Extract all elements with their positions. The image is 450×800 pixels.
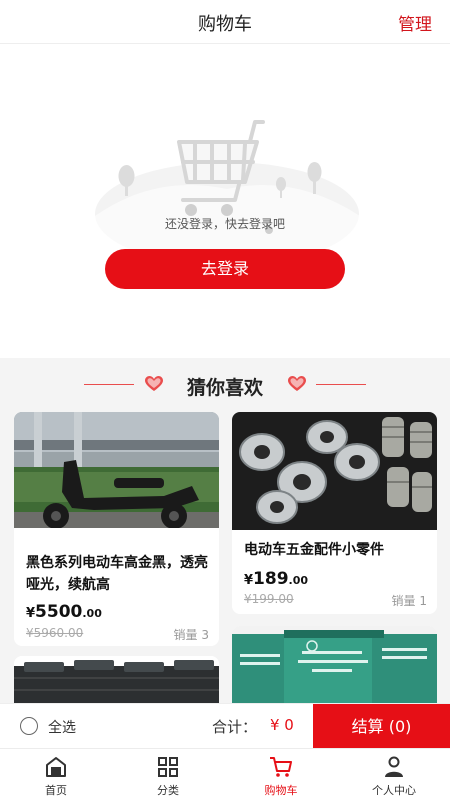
tab-category[interactable]: 分类: [112, 749, 224, 800]
price-decimal: .00: [82, 607, 102, 620]
home-icon: [46, 757, 66, 777]
page-title: 购物车: [198, 14, 252, 35]
grid-icon: [158, 757, 178, 777]
empty-cart-message: 还没登录，快去登录吧: [164, 217, 285, 231]
empty-cart-section: 还没登录，快去登录吧 去登录: [0, 44, 450, 358]
sales-count: 销量 3: [173, 628, 209, 642]
total-amount: ¥ 0: [270, 716, 294, 734]
tab-cart-label: 购物车: [264, 784, 298, 797]
product-card[interactable]: 电动车五金配件小零件 ¥189.00 ¥199.00 销量 1: [232, 412, 437, 614]
manage-button[interactable]: 管理: [398, 10, 432, 35]
top-bar: 购物车 管理: [0, 0, 450, 44]
price-integer: 5500: [35, 602, 83, 622]
product-card[interactable]: 黑色系列电动车高金黑，透亮哑光，续航高 ¥5500.00 ¥5960.00 销量…: [14, 412, 219, 646]
cart-icon: [270, 757, 292, 777]
bottom-tab-bar: 首页 分类 购物车 个人中心: [0, 748, 450, 800]
product-price: ¥189.00: [244, 569, 308, 589]
price-integer: 189: [253, 569, 289, 589]
empty-cart-illustration: [95, 120, 360, 264]
product-name: 电动车五金配件小零件: [244, 542, 384, 558]
product-price: ¥5500.00: [26, 602, 102, 622]
product-name: 黑色系列电动车高金黑，透亮哑光，续航高: [26, 555, 208, 593]
currency-symbol: ¥: [244, 573, 254, 588]
login-button[interactable]: 去登录: [105, 249, 345, 289]
original-price: ¥5960.00: [26, 626, 84, 640]
tab-category-label: 分类: [157, 784, 179, 797]
divider-line-right: [316, 384, 366, 385]
product-image-green-batteries: [232, 626, 437, 703]
total-label: 合计：: [212, 718, 258, 736]
checkout-button[interactable]: 结算 (0): [313, 704, 450, 749]
tab-profile[interactable]: 个人中心: [338, 749, 450, 800]
recommend-title: 猜你喜欢: [186, 377, 263, 399]
checkout-bar: 全选 合计： ¥ 0 结算 (0): [0, 703, 450, 749]
tab-home[interactable]: 首页: [0, 749, 112, 800]
product-card[interactable]: [232, 626, 437, 703]
product-image-scooter: [14, 412, 219, 528]
product-card[interactable]: [14, 656, 219, 703]
original-price: ¥199.00: [244, 592, 294, 606]
product-image-hardware: [232, 412, 437, 530]
price-decimal: .00: [288, 574, 309, 587]
product-image-batteries: [14, 656, 219, 703]
user-icon: [385, 756, 403, 777]
recommend-header: 猜你喜欢: [0, 358, 450, 410]
select-all-radio[interactable]: [20, 717, 38, 735]
tab-profile-label: 个人中心: [372, 784, 416, 797]
currency-symbol: ¥: [26, 606, 36, 621]
tab-home-label: 首页: [45, 784, 67, 797]
sales-count: 销量 1: [391, 594, 427, 608]
heart-icon: [288, 376, 306, 391]
select-all-label[interactable]: 全选: [48, 717, 76, 737]
tab-cart[interactable]: 购物车: [225, 749, 337, 800]
